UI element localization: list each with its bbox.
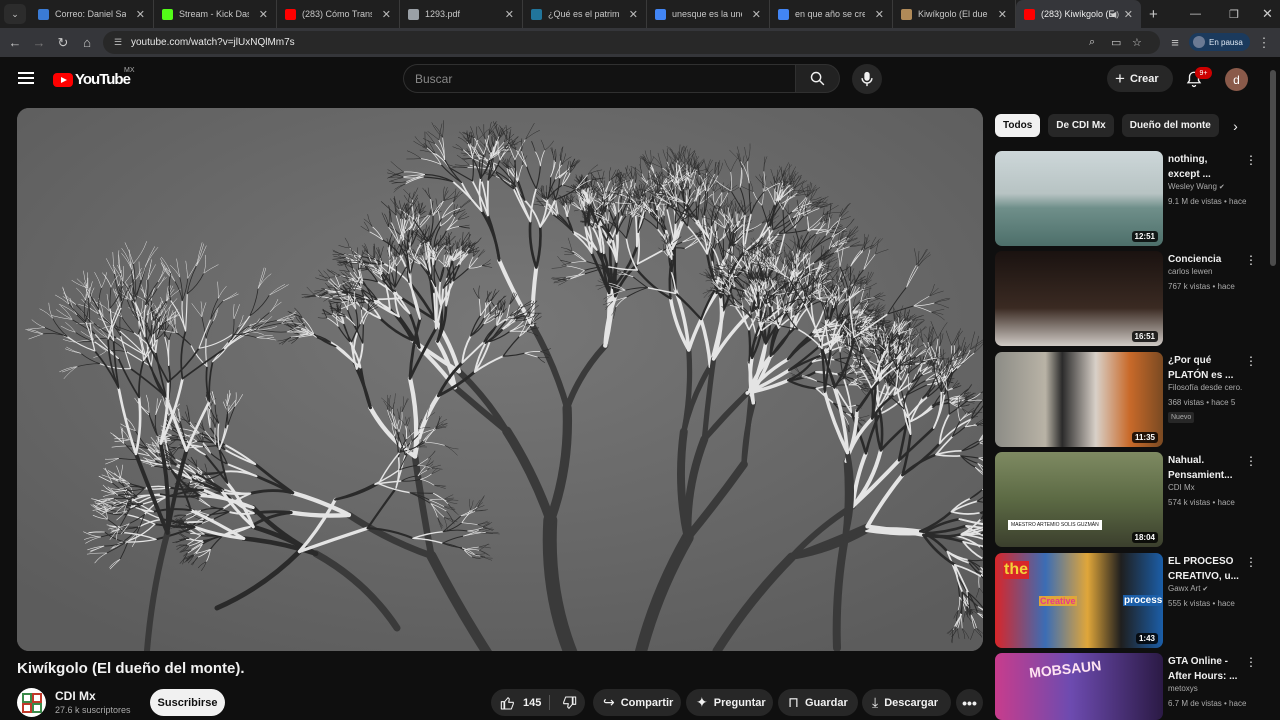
country-code: MX — [124, 67, 135, 74]
wordpress-icon — [531, 8, 542, 20]
youtube-header: YouTube MX Buscar + Crear 9+ d — [0, 57, 1280, 101]
search-placeholder: Buscar — [415, 71, 453, 86]
youtube-logo[interactable]: YouTube MX — [53, 67, 135, 88]
minimize-button[interactable]: — — [1190, 0, 1201, 28]
restore-button[interactable]: ❐ — [1229, 0, 1239, 28]
tab-title: en que año se creo la — [795, 9, 865, 19]
youtube-icon — [285, 8, 296, 20]
cast-icon[interactable]: ▭ — [1111, 36, 1121, 49]
site-info-icon[interactable]: ☰ — [111, 36, 125, 50]
reload-button[interactable]: ↻ — [51, 35, 75, 51]
tab-title: ¿Qué es el patrimonio — [548, 9, 619, 19]
plus-icon: + — [1115, 68, 1125, 88]
close-tab-icon[interactable]: ✕ — [259, 8, 268, 21]
browser-menu-icon[interactable]: ⋮ — [1252, 35, 1276, 51]
address-bar[interactable]: ☰ youtube.com/watch?v=jlUxNQlMm7s ⌕ ▭ ☆ — [103, 31, 1160, 54]
audio-playing-icon[interactable]: ◀) — [1110, 10, 1119, 19]
profile-status-chip[interactable]: En pausa — [1189, 33, 1250, 51]
browser-tab[interactable]: (283) Cómo Transmitir ✕ — [277, 0, 400, 28]
browser-tab[interactable]: Correo: Daniel Santiago ✕ — [30, 0, 154, 28]
browser-tab[interactable]: Stream - Kick Dashboard ✕ — [154, 0, 277, 28]
hamburger-menu-icon[interactable] — [18, 72, 34, 86]
browser-tab[interactable]: unesque es la unesco ✕ — [647, 0, 770, 28]
tab-title: Correo: Daniel Santiago — [55, 9, 126, 19]
home-button[interactable]: ⌂ — [75, 35, 99, 50]
microphone-icon — [861, 71, 873, 87]
back-button[interactable]: ← — [3, 35, 27, 50]
youtube-icon — [1024, 8, 1035, 20]
close-tab-icon[interactable]: ✕ — [1124, 8, 1133, 21]
video-frame-tree-image — [17, 108, 983, 651]
kick-icon — [162, 8, 173, 20]
url-text: youtube.com/watch?v=jlUxNQlMm7s — [131, 37, 295, 48]
profile-avatar — [1193, 36, 1205, 48]
video-player[interactable] — [17, 108, 983, 651]
close-tab-icon[interactable]: ✕ — [752, 8, 761, 21]
browser-tab[interactable]: ¿Qué es el patrimonio ✕ — [523, 0, 647, 28]
browser-toolbar: ← → ↻ ⌂ ☰ youtube.com/watch?v=jlUxNQlMm7… — [0, 28, 1280, 57]
close-tab-icon[interactable]: ✕ — [629, 8, 638, 21]
forward-button[interactable]: → — [27, 35, 51, 50]
youtube-logo-text: YouTube — [75, 71, 131, 88]
bookmark-star-icon[interactable]: ☆ — [1132, 36, 1142, 49]
google-icon — [778, 8, 789, 20]
search-icon — [810, 71, 825, 86]
create-button[interactable]: + Crear — [1107, 65, 1173, 92]
tab-title: (283) Cómo Transmitir — [302, 9, 372, 19]
browser-tab[interactable]: (283) Kiwíkgolo (El ◀) ✕ — [1016, 0, 1141, 28]
tab-title: Kiwíkgolo (El dueño del — [918, 9, 988, 19]
browser-tab[interactable]: 1293.pdf ✕ — [400, 0, 523, 28]
new-tab-button[interactable]: + — [1149, 6, 1158, 23]
search-button[interactable] — [795, 64, 840, 93]
globe-icon — [408, 8, 419, 20]
search-input[interactable]: Buscar — [403, 64, 796, 93]
tab-title: unesque es la unesco — [672, 9, 742, 19]
notifications-badge: 9+ — [1195, 67, 1212, 79]
browser-tab-strip: ⌄ Correo: Daniel Santiago✕Stream - Kick … — [0, 0, 1280, 28]
profile-status-label: En pausa — [1209, 37, 1243, 47]
create-label: Crear — [1129, 72, 1159, 85]
mail-icon — [38, 8, 49, 20]
close-tab-icon[interactable]: ✕ — [505, 8, 514, 21]
google-icon — [655, 8, 666, 20]
site-icon — [901, 8, 912, 20]
close-tab-icon[interactable]: ✕ — [382, 8, 391, 21]
tab-title: (283) Kiwíkgolo (El — [1041, 9, 1114, 19]
close-tab-icon[interactable]: ✕ — [875, 8, 884, 21]
browser-tab[interactable]: en que año se creo la ✕ — [770, 0, 893, 28]
tab-list: Correo: Daniel Santiago✕Stream - Kick Da… — [30, 0, 1141, 28]
tab-title: 1293.pdf — [425, 9, 461, 19]
reading-list-icon[interactable]: ≡ — [1163, 35, 1187, 50]
youtube-play-icon — [53, 72, 73, 87]
zoom-icon[interactable]: ⌕ — [1089, 36, 1095, 49]
close-tab-icon[interactable]: ✕ — [998, 8, 1007, 21]
browser-tab[interactable]: Kiwíkgolo (El dueño del ✕ — [893, 0, 1016, 28]
close-tab-icon[interactable]: ✕ — [136, 8, 145, 21]
account-avatar[interactable]: d — [1225, 68, 1248, 91]
tab-title: Stream - Kick Dashboard — [179, 9, 249, 19]
close-window-button[interactable]: ✕ — [1262, 0, 1273, 28]
voice-search-button[interactable] — [852, 64, 882, 94]
tree-branch — [362, 323, 365, 344]
tab-search-menu[interactable]: ⌄ — [4, 4, 26, 24]
